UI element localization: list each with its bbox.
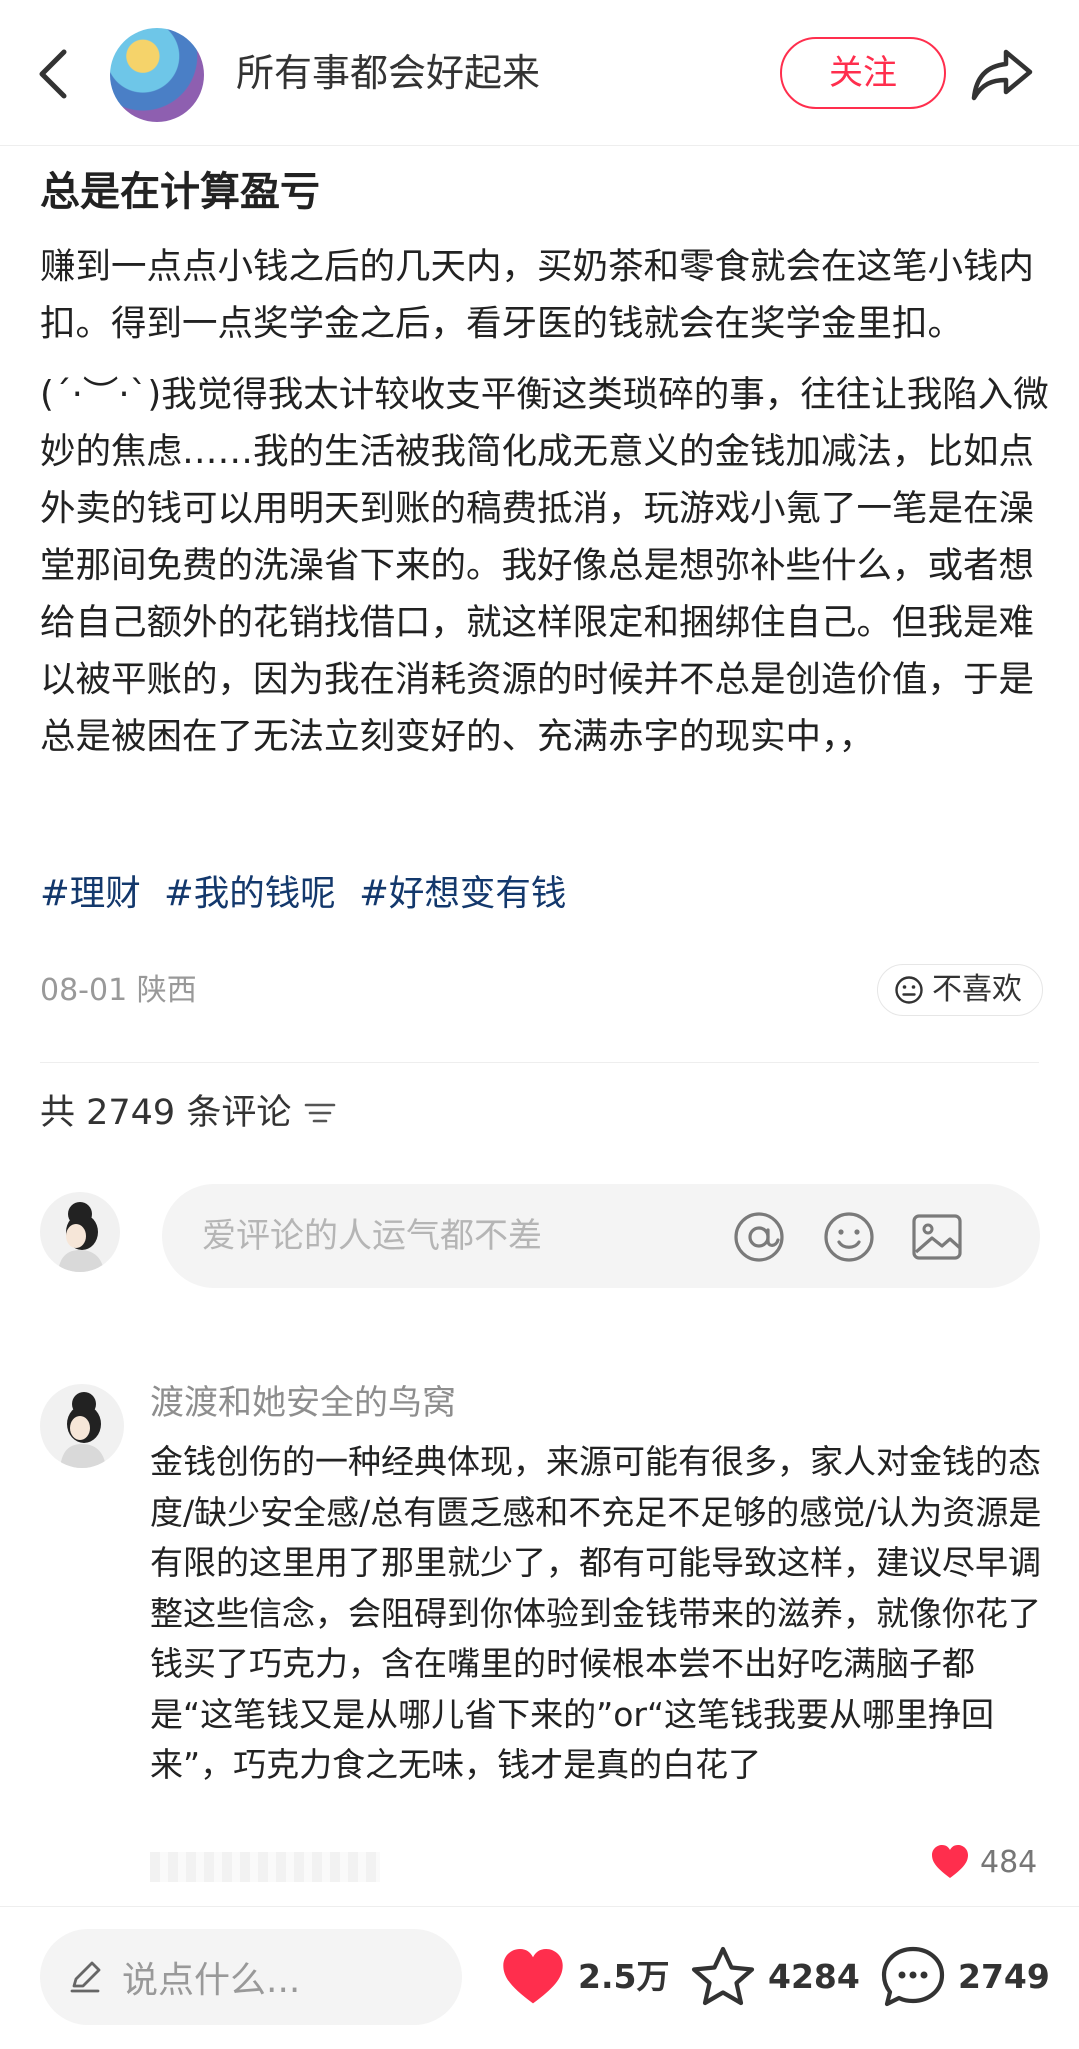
comment-like-button[interactable]: 484 — [930, 1844, 1037, 1880]
top-bar: 所有事都会好起来 关注 — [0, 0, 1079, 146]
post-body: 赚到一点点小钱之后的几天内，买奶茶和零食就会在这笔小钱内扣。得到一点奖学金之后，… — [40, 238, 1050, 779]
share-icon[interactable] — [970, 44, 1034, 104]
post-paragraph: (ˊ·︶·ˋ)我觉得我太计较收支平衡这类琐碎的事，往往让我陷入微妙的焦虑……我的… — [40, 374, 1049, 757]
post-location: 陕西 — [136, 973, 197, 1008]
post-date: 08-01 — [40, 973, 128, 1008]
smile-icon[interactable] — [822, 1210, 876, 1264]
heart-icon — [932, 1845, 968, 1878]
neutral-face-icon — [895, 976, 923, 1004]
image-icon[interactable] — [910, 1210, 964, 1264]
commenter-avatar[interactable] — [40, 1384, 124, 1468]
collect-button[interactable]: 4284 — [690, 1937, 860, 2017]
post-paragraph: 赚到一点点小钱之后的几天内，买奶茶和零食就会在这笔小钱内扣。得到一点奖学金之后，… — [40, 246, 1035, 344]
tag-link[interactable]: #理财 — [40, 873, 141, 914]
commenter-name[interactable]: 渡渡和她安全的鸟窝 — [150, 1378, 456, 1428]
author-avatar[interactable] — [110, 28, 204, 122]
at-icon[interactable] — [732, 1210, 786, 1264]
pencil-icon — [70, 1961, 101, 1993]
post-tags: #理财 #我的钱呢 #好想变有钱 — [40, 866, 578, 922]
author-name[interactable]: 所有事都会好起来 — [236, 48, 540, 98]
follow-button[interactable]: 关注 — [780, 37, 946, 109]
like-count: 2.5万 — [578, 1957, 670, 1996]
collect-count: 4284 — [768, 1957, 860, 1996]
heart-icon — [503, 1948, 563, 2004]
comment-meta-faded — [150, 1852, 380, 1882]
bottom-action-bar: 说点什么... 2.5万 4284 2749 — [0, 1906, 1079, 2049]
comment-count: 共 2749 条评论 — [40, 1088, 337, 1138]
comment-text: 金钱创伤的一种经典体现，来源可能有很多，家人对金钱的态度/缺少安全感/总有匮乏感… — [150, 1442, 1042, 1784]
comment-input[interactable]: 爱评论的人运气都不差 — [162, 1184, 1040, 1288]
comment-count-bottom: 2749 — [958, 1957, 1050, 1996]
divider — [40, 1062, 1039, 1063]
chat-bubble-icon — [881, 1946, 945, 2007]
post-title: 总是在计算盈亏 — [40, 169, 320, 215]
comment-count-label: 共 2749 条评论 — [40, 1093, 292, 1133]
like-button[interactable]: 2.5万 — [500, 1937, 669, 2017]
tag-link[interactable]: #好想变有钱 — [359, 873, 566, 914]
say-something-placeholder: 说点什么... — [122, 1960, 301, 2001]
say-something-input[interactable]: 说点什么... — [40, 1929, 462, 2025]
tag-link[interactable]: #我的钱呢 — [164, 873, 336, 914]
comment-input-placeholder: 爱评论的人运气都不差 — [202, 1216, 542, 1256]
comment-like-count: 484 — [980, 1844, 1038, 1880]
post-meta: 08-01 陕西 — [40, 966, 197, 1016]
comment-button[interactable]: 2749 — [880, 1937, 1050, 2017]
back-chevron-icon[interactable] — [30, 44, 80, 104]
star-icon — [691, 1946, 755, 2006]
my-avatar — [40, 1192, 120, 1272]
dislike-button[interactable]: 不喜欢 — [877, 964, 1043, 1016]
dislike-label: 不喜欢 — [932, 972, 1022, 1007]
sort-lines-icon[interactable] — [303, 1098, 337, 1128]
